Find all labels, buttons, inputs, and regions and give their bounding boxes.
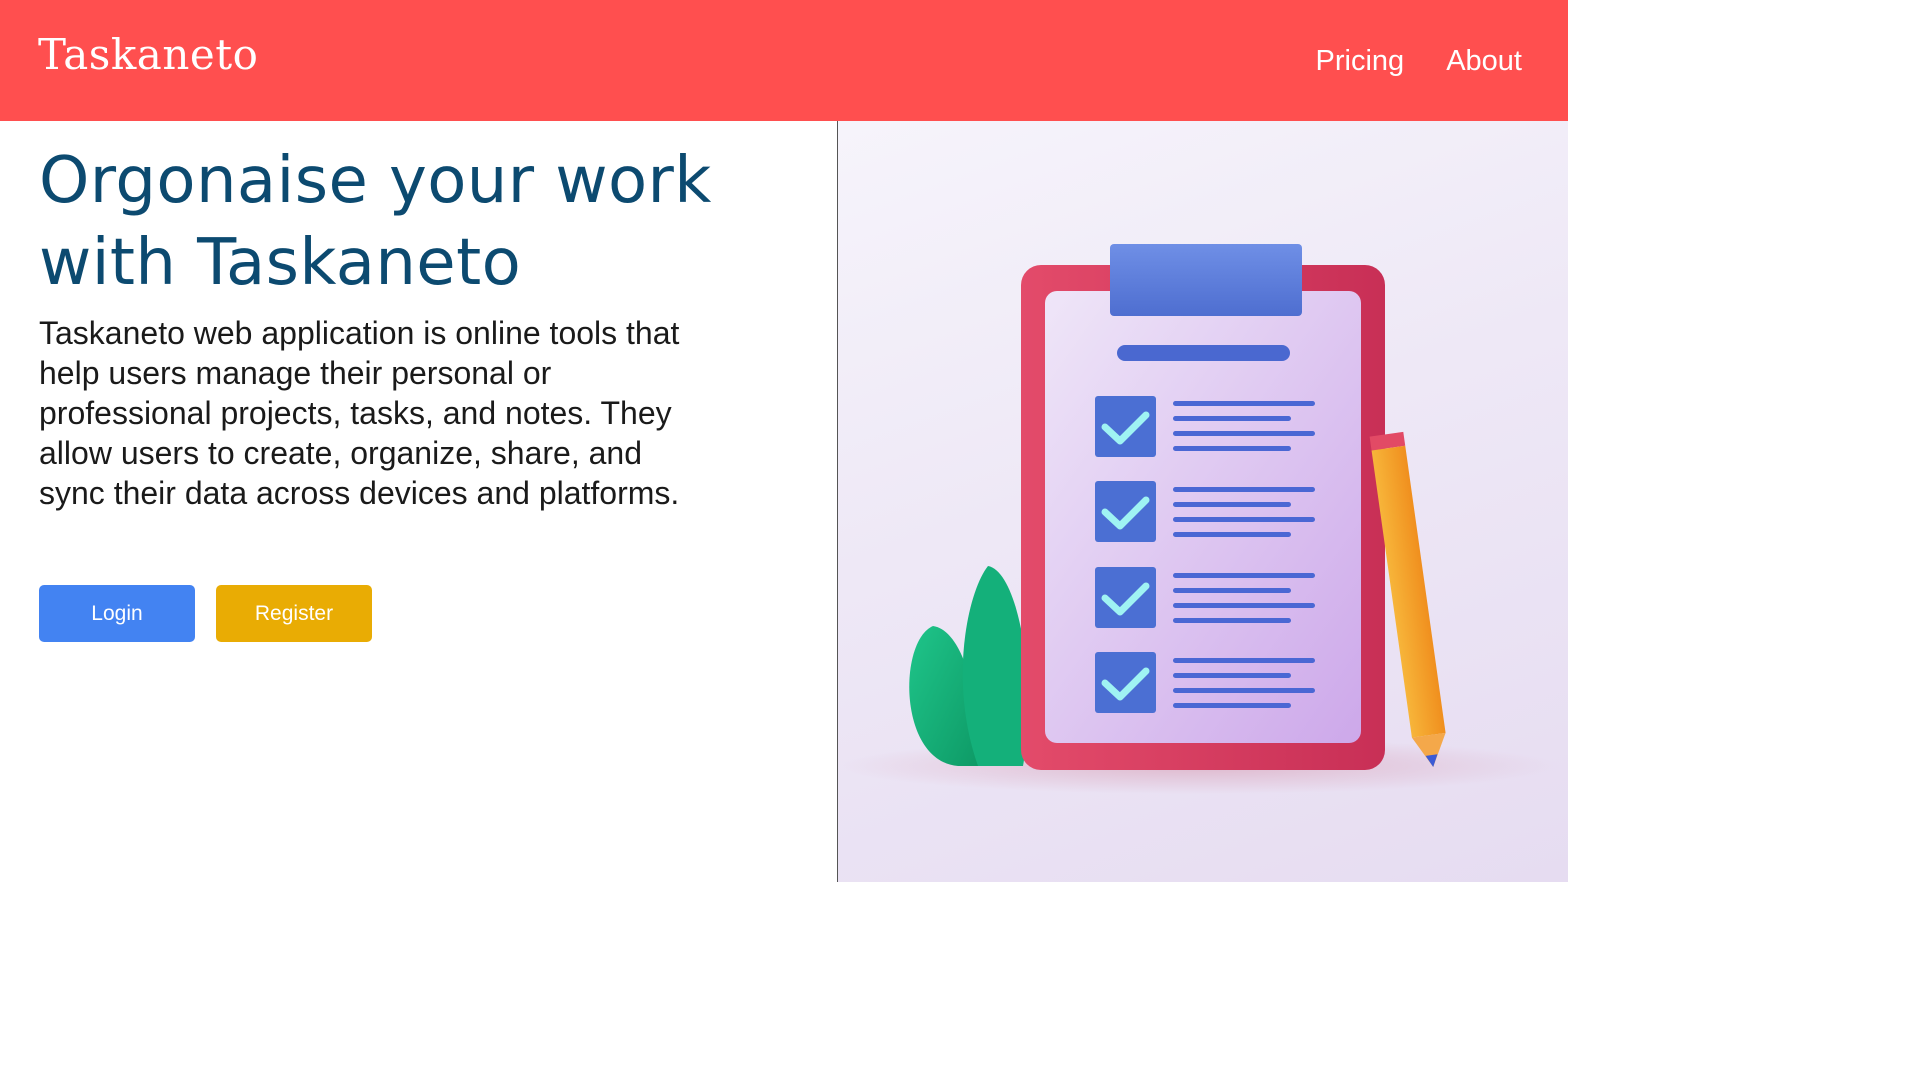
page-headline: Orgonaise your work with Taskaneto (39, 144, 712, 300)
hero-illustration-panel (838, 121, 1568, 882)
page-description: Taskaneto web application is online tool… (39, 315, 680, 511)
taskaneto-logo[interactable]: Taskaneto (38, 30, 258, 79)
nav-link-pricing[interactable]: Pricing (1316, 42, 1405, 80)
nav-link-about[interactable]: About (1446, 42, 1522, 80)
register-button[interactable]: Register (216, 585, 372, 642)
login-button[interactable]: Login (39, 585, 195, 642)
main-nav: Pricing About (1316, 42, 1522, 80)
clipboard-illustration (838, 244, 1558, 794)
plant-icon (909, 566, 1029, 766)
top-navigation-bar: Taskaneto Pricing About (0, 0, 1568, 121)
